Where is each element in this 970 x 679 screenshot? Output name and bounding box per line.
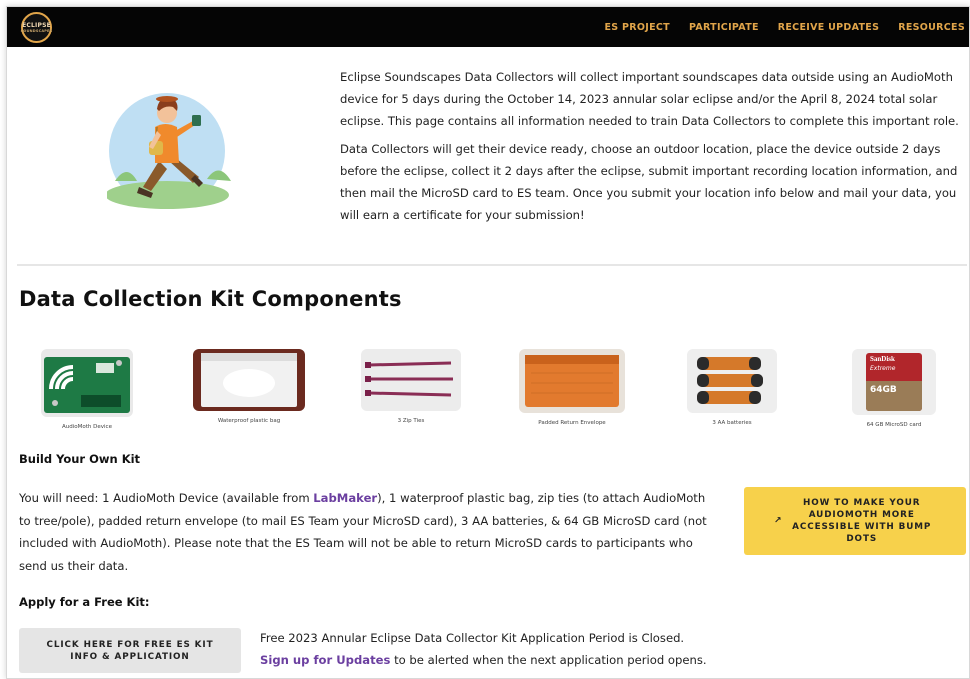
intro-paragraph-2: Data Collectors will get their device re… — [340, 142, 958, 222]
build-kit-text: You will need: 1 AudioMoth Device (avail… — [19, 487, 719, 577]
intro-paragraph-1: Eclipse Soundscapes Data Collectors will… — [340, 70, 959, 128]
logo-subtext: SOUNDSCAPES — [20, 28, 53, 33]
envelope-icon — [519, 349, 625, 413]
kit-item-microsd: SanDisk Extreme 64GB 64 GB MicroSD card — [852, 349, 936, 428]
kit-components-row: AudioMoth Device Waterproof plastic bag — [7, 349, 969, 439]
build-kit-heading: Build Your Own Kit — [19, 452, 141, 466]
sd-brand: SanDisk — [870, 355, 895, 363]
labmaker-link[interactable]: LabMaker — [313, 491, 377, 505]
eclipse-soundscapes-logo[interactable]: ECLIPSE SOUNDSCAPES — [21, 12, 52, 43]
build-text-1: You will need: 1 AudioMoth Device (avail… — [19, 491, 314, 505]
kit-item-audiomoth: AudioMoth Device — [41, 349, 133, 430]
apply-heading: Apply for a Free Kit: — [19, 595, 150, 609]
kit-item-plastic-bag: Waterproof plastic bag — [193, 349, 305, 424]
hiker-illustration — [107, 93, 231, 209]
batteries-icon — [687, 349, 777, 413]
kit-caption: Waterproof plastic bag — [217, 418, 281, 424]
kit-section-title: Data Collection Kit Components — [19, 287, 402, 311]
kit-item-envelope: Padded Return Envelope — [519, 349, 625, 426]
zip-ties-icon — [361, 349, 461, 411]
sd-size: 64GB — [870, 385, 897, 395]
microsd-card-icon: SanDisk Extreme 64GB — [852, 349, 936, 415]
plastic-bag-icon — [193, 349, 305, 411]
bump-dots-accessibility-button[interactable]: ↗ HOW TO MAKE YOUR AUDIOMOTH MORE ACCESS… — [744, 487, 966, 555]
signup-line: Sign up for Updates to be alerted when t… — [260, 649, 707, 671]
application-closed-text: Free 2023 Annular Eclipse Data Collector… — [260, 631, 685, 645]
kit-caption: AudioMoth Device — [62, 424, 112, 430]
kit-item-zip-ties: 3 Zip Ties — [361, 349, 461, 424]
application-status: Free 2023 Annular Eclipse Data Collector… — [260, 627, 707, 671]
page-frame: ECLIPSE SOUNDSCAPES ES PROJECT PARTICIPA… — [6, 6, 970, 679]
top-nav: ECLIPSE SOUNDSCAPES ES PROJECT PARTICIPA… — [7, 7, 969, 47]
intro-text: Eclipse Soundscapes Data Collectors will… — [340, 66, 962, 232]
section-divider — [17, 264, 967, 266]
signup-updates-link[interactable]: Sign up for Updates — [260, 653, 390, 667]
kit-caption: Padded Return Envelope — [538, 420, 606, 426]
kit-caption: 64 GB MicroSD card — [866, 422, 922, 428]
free-kit-button-label: CLICK HERE FOR FREE ES KIT INFO & APPLIC… — [46, 639, 214, 662]
external-link-icon: ↗ — [774, 516, 783, 526]
bump-dots-button-label: HOW TO MAKE YOUR AUDIOMOTH MORE ACCESSIB… — [792, 498, 932, 544]
kit-caption: 3 Zip Ties — [397, 418, 425, 424]
sd-line: Extreme — [870, 365, 896, 372]
nav-link-participate[interactable]: PARTICIPATE — [689, 22, 759, 33]
signup-rest-text: to be alerted when the next application … — [390, 653, 707, 667]
kit-item-batteries: 3 AA batteries — [687, 349, 777, 426]
audiomoth-device-icon — [41, 349, 133, 417]
nav-links: ES PROJECT PARTICIPATE RECEIVE UPDATES R… — [604, 7, 965, 47]
nav-link-es-project[interactable]: ES PROJECT — [604, 22, 669, 33]
kit-caption: 3 AA batteries — [712, 420, 752, 426]
free-kit-application-button[interactable]: CLICK HERE FOR FREE ES KIT INFO & APPLIC… — [19, 628, 241, 673]
nav-link-resources[interactable]: RESOURCES — [898, 22, 965, 33]
nav-link-receive-updates[interactable]: RECEIVE UPDATES — [778, 22, 879, 33]
